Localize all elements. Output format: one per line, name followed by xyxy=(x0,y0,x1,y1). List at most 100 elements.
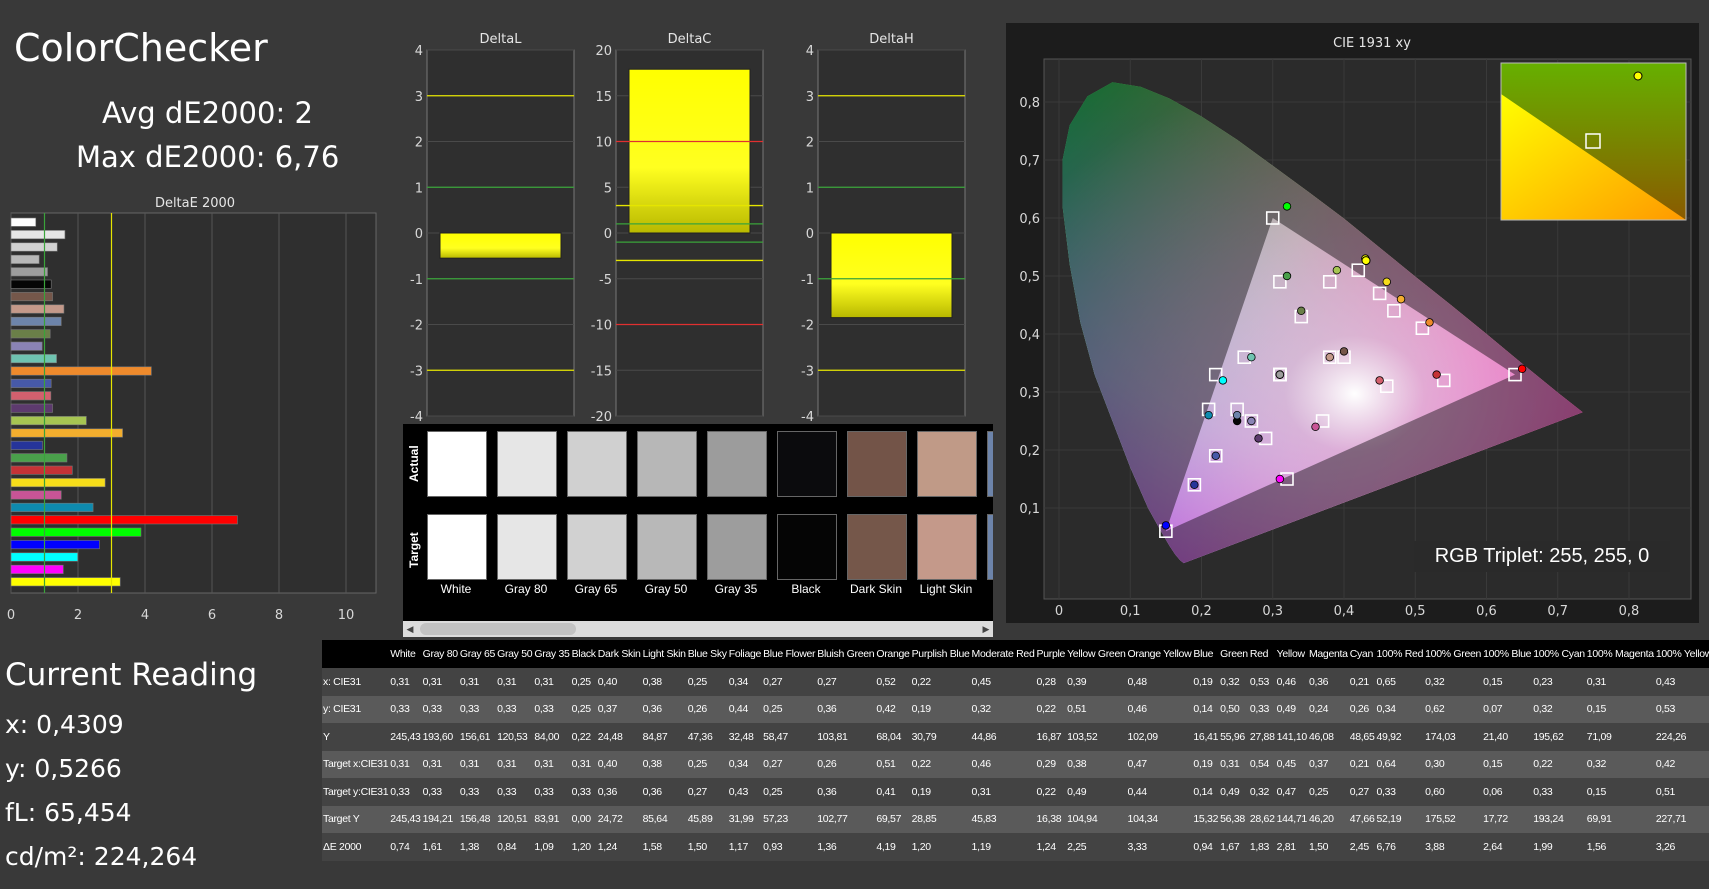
table-cell: 0,31 xyxy=(533,668,571,696)
delta-tick-label: 0 xyxy=(604,227,612,242)
cie-current-reading-marker xyxy=(1361,256,1371,266)
cie-chart-title: CIE 1931 xy xyxy=(1333,36,1411,51)
swatch-actual xyxy=(707,431,767,497)
deltae-bar xyxy=(10,230,66,240)
table-cell: 1,99 xyxy=(1532,833,1586,861)
table-cell: 69,57 xyxy=(875,805,911,833)
table-cell: 0,50 xyxy=(1219,695,1249,723)
deltae-bar xyxy=(10,577,121,587)
table-cell: 44,86 xyxy=(970,723,1036,751)
table-cell: 3,88 xyxy=(1424,833,1483,861)
table-cell: 0,49 xyxy=(1275,695,1308,723)
table-cell: 27,88 xyxy=(1248,723,1276,751)
table-cell: 195,62 xyxy=(1532,723,1586,751)
table-cell: 24,72 xyxy=(596,805,642,833)
table-row-label: ΔE 2000 xyxy=(322,833,390,861)
deltae-chart: DeltaE 2000 0 2 4 6 8 10 xyxy=(7,196,377,623)
table-cell: 0,33 xyxy=(1532,778,1586,806)
cie-measured-marker xyxy=(1311,422,1320,431)
table-cell: 0,51 xyxy=(1654,778,1709,806)
current-reading-title: Current Reading xyxy=(5,657,258,693)
table-cell: 0,06 xyxy=(1482,778,1533,806)
delta-tick-label: -2 xyxy=(801,319,814,334)
table-cell: 0,15 xyxy=(1482,750,1533,778)
cie-measured-marker xyxy=(1396,295,1406,304)
swatch-target xyxy=(427,514,487,580)
swatch-label: Light Skin xyxy=(919,582,973,596)
table-cell: 0,46 xyxy=(970,750,1036,778)
table-cell: 0,22 xyxy=(910,668,971,696)
table-cell: 0,34 xyxy=(727,668,763,696)
table-column-header: Light Skin xyxy=(641,640,687,668)
swatch-actual xyxy=(427,431,487,497)
scroll-left-icon[interactable]: ◀ xyxy=(403,621,417,637)
table-cell: 0,31 xyxy=(1219,750,1249,778)
table-cell: 0,45 xyxy=(970,668,1036,696)
delta-tick-label: 2 xyxy=(806,136,814,151)
delta-tick-label: -20 xyxy=(591,410,612,424)
rgb-triplet: RGB Triplet: 255, 255, 0 xyxy=(1414,541,1670,572)
inset-measured-marker xyxy=(1633,71,1643,81)
table-row: x: CIE31 0,31 0,31 0,31 0,31 0,31 0,25 0,40 0,38… xyxy=(322,668,1709,696)
table-column-header: Gray 80 xyxy=(421,640,459,668)
cie-x-tick-label: 0,1 xyxy=(1120,604,1141,619)
table-cell: 0,33 xyxy=(570,778,597,806)
table-column-header: Green xyxy=(1219,640,1249,668)
table-cell: 0,37 xyxy=(1307,750,1349,778)
deltae-bar xyxy=(10,378,52,388)
table-cell: 102,09 xyxy=(1126,723,1193,751)
swatch-scrollbar[interactable]: ◀ ▶ xyxy=(403,621,993,637)
swatch-panel: Actual Target White Gray 80 Gray 65 Gray 50… xyxy=(403,424,993,621)
cie-inset-zoom xyxy=(1500,62,1687,221)
table-cell: 1,67 xyxy=(1219,833,1249,861)
table-cell: 0,33 xyxy=(421,778,459,806)
table-cell: 104,94 xyxy=(1066,805,1127,833)
table-row-label: x: CIE31 xyxy=(322,668,390,696)
deltae-bar xyxy=(10,304,65,314)
table-cell: 0,84 xyxy=(496,833,534,861)
table-cell: 16,87 xyxy=(1035,723,1067,751)
table-cell: 0,23 xyxy=(1532,668,1586,696)
table-cell: 17,72 xyxy=(1482,805,1533,833)
swatch-target xyxy=(497,514,557,580)
cie-measured-marker xyxy=(1218,376,1228,385)
table-cell: 0,46 xyxy=(1275,668,1308,696)
table-cell: 0,36 xyxy=(641,778,687,806)
table-cell: 120,53 xyxy=(496,723,534,751)
table-cell: 0,32 xyxy=(1248,778,1276,806)
table-cell: 0,39 xyxy=(1066,668,1127,696)
delta-tick-label: -4 xyxy=(410,410,423,424)
deltae-bar xyxy=(10,416,87,426)
delta-tick-label: 0 xyxy=(806,227,814,242)
delta-tick-label: 1 xyxy=(806,181,814,196)
scroll-thumb[interactable] xyxy=(420,623,576,635)
table-cell: 0,33 xyxy=(389,778,422,806)
table-cell: 0,30 xyxy=(1424,750,1483,778)
table-cell: 227,71 xyxy=(1654,805,1709,833)
table-cell: 0,33 xyxy=(458,778,497,806)
deltae-bar xyxy=(10,478,106,488)
table-cell: 103,81 xyxy=(816,723,876,751)
table-cell: 0,27 xyxy=(762,668,817,696)
cie-x-tick-label: 0 xyxy=(1055,604,1063,619)
table-cell: 16,38 xyxy=(1035,805,1067,833)
table-cell: 0,28 xyxy=(1035,668,1067,696)
table-cell: 104,34 xyxy=(1126,805,1193,833)
swatch-target xyxy=(917,514,977,580)
cie-measured-marker xyxy=(1375,376,1384,385)
deltae-bar xyxy=(10,267,48,277)
table-cell: 6,76 xyxy=(1375,833,1425,861)
table-cell: 0,53 xyxy=(1248,668,1276,696)
scroll-right-icon[interactable]: ▶ xyxy=(979,621,993,637)
table-cell: 0,49 xyxy=(1219,778,1249,806)
table-cell: 85,64 xyxy=(641,805,687,833)
table-cell: 0,21 xyxy=(1348,668,1376,696)
cie-x-tick-label: 0,2 xyxy=(1191,604,1212,619)
table-cell: 0,31 xyxy=(421,668,459,696)
table-cell: 0,62 xyxy=(1424,695,1483,723)
table-cell: 156,61 xyxy=(458,723,497,751)
table-column-header: Orange xyxy=(875,640,911,668)
table-cell: 0,22 xyxy=(1035,778,1067,806)
table-cell: 0,32 xyxy=(1585,750,1655,778)
swatch-label: Black xyxy=(791,582,821,596)
